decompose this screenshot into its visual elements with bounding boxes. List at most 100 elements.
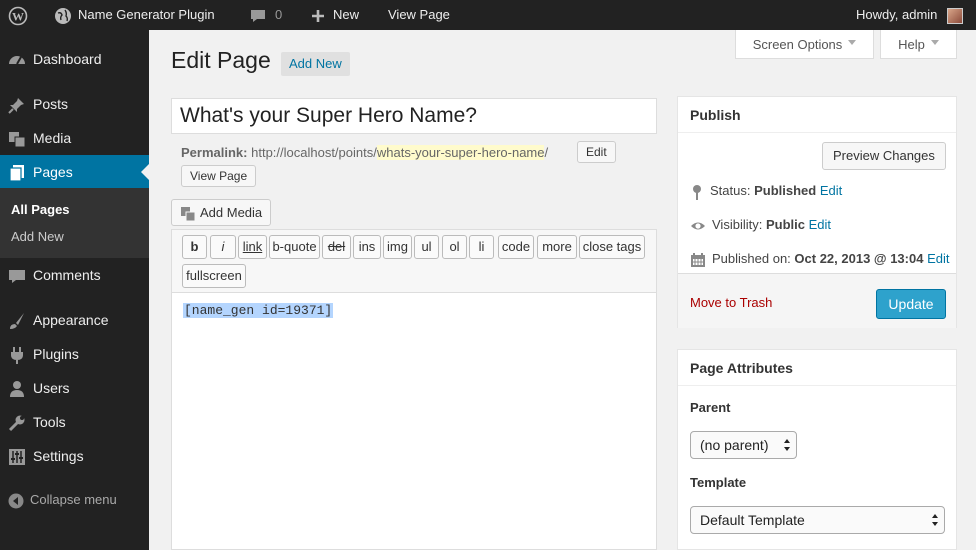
menu-item-dashboard[interactable]: Dashboard: [0, 42, 149, 76]
new-content-link[interactable]: New: [311, 0, 359, 30]
eye-icon: [691, 222, 705, 230]
comments-link[interactable]: 0: [249, 0, 282, 30]
menu-item-settings[interactable]: Settings: [0, 439, 149, 473]
menu-item-posts[interactable]: Posts: [0, 87, 149, 121]
site-name-link[interactable]: Name Generator Plugin: [54, 0, 215, 30]
pin-location-icon: [693, 184, 701, 200]
qt-blockquote-button[interactable]: b-quote: [269, 235, 320, 259]
qt-img-button[interactable]: img: [383, 235, 412, 259]
publish-actions: Move to Trash Update: [678, 273, 956, 328]
settings-icon: [9, 449, 25, 465]
permalink-slug[interactable]: whats-your-super-hero-name: [376, 145, 545, 160]
edit-permalink-button[interactable]: Edit: [577, 141, 616, 163]
comment-bubble-icon: [251, 9, 265, 22]
post-title-input[interactable]: [171, 98, 657, 134]
wordpress-logo-icon[interactable]: W: [8, 0, 28, 30]
qt-link-button[interactable]: link: [238, 235, 267, 259]
brush-icon: [10, 313, 24, 329]
published-on-row: Published on: Oct 22, 2013 @ 13:04 Edit: [690, 251, 949, 268]
comment-icon: [9, 270, 25, 283]
parent-select[interactable]: (no parent): [690, 431, 797, 459]
screen-options-label: Screen Options: [752, 37, 843, 52]
media-icon: [181, 206, 196, 222]
move-to-trash-link[interactable]: Move to Trash: [690, 295, 772, 310]
visibility-label: Visibility:: [712, 217, 763, 232]
permalink-trailing: /: [544, 145, 549, 160]
pages-submenu: All Pages Add New: [0, 188, 149, 258]
collapse-menu[interactable]: Collapse menu: [8, 492, 117, 509]
wrench-icon: [8, 415, 25, 432]
qt-code-button[interactable]: code: [498, 235, 534, 259]
editor-text[interactable]: [name_gen id=19371]: [183, 303, 334, 318]
template-select[interactable]: Default Template: [690, 506, 945, 534]
select-arrows-icon: [784, 439, 790, 451]
select-arrows-icon: [932, 514, 938, 526]
avatar: [947, 7, 964, 24]
pages-icon: [9, 165, 24, 182]
qt-ins-button[interactable]: ins: [353, 235, 381, 259]
status-row: Status: Published Edit: [690, 183, 842, 200]
menu-label: Plugins: [33, 346, 79, 362]
media-icon: [9, 132, 26, 148]
admin-menu: Dashboard Posts Media Pages All Pages Ad…: [0, 30, 149, 550]
user-icon: [10, 381, 24, 397]
edit-status-link[interactable]: Edit: [820, 183, 842, 198]
plus-icon: [312, 9, 324, 22]
published-label: Published on:: [712, 251, 791, 266]
menu-item-media[interactable]: Media: [0, 121, 149, 155]
pin-icon: [8, 98, 24, 114]
view-page-link[interactable]: View Page: [388, 0, 450, 30]
submenu-add-new[interactable]: Add New: [11, 229, 64, 244]
permalink: Permalink: http://localhost/points/whats…: [181, 145, 548, 160]
menu-label: Posts: [33, 96, 69, 112]
menu-label: Media: [33, 130, 72, 146]
parent-label: Parent: [690, 400, 731, 415]
preview-changes-button[interactable]: Preview Changes: [822, 142, 946, 170]
content-editor[interactable]: [name_gen id=19371]: [171, 293, 657, 550]
page-attributes-box: Page Attributes Parent (no parent) Templ…: [677, 349, 957, 550]
qt-del-button[interactable]: del: [322, 235, 351, 259]
status-value: Published: [754, 183, 817, 198]
comments-count: 0: [275, 7, 283, 22]
help-button[interactable]: Help: [880, 30, 957, 59]
add-new-button[interactable]: Add New: [281, 52, 350, 76]
chevron-down-icon: [930, 40, 939, 49]
new-label: New: [333, 7, 360, 22]
template-value: Default Template: [700, 512, 805, 528]
edit-visibility-link[interactable]: Edit: [809, 217, 831, 232]
publish-box: Publish Preview Changes Status: Publishe…: [677, 96, 957, 328]
screen-options-button[interactable]: Screen Options: [735, 30, 874, 59]
editor-toolbar: b i link b-quote del ins img ul ol li co…: [171, 229, 657, 293]
menu-item-tools[interactable]: Tools: [0, 405, 149, 439]
calendar-icon: [691, 252, 705, 267]
page-attributes-title: Page Attributes: [678, 350, 956, 386]
menu-item-comments[interactable]: Comments: [0, 258, 149, 292]
edit-date-link[interactable]: Edit: [927, 251, 949, 266]
add-media-button[interactable]: Add Media: [171, 199, 272, 226]
update-button[interactable]: Update: [876, 289, 946, 319]
view-page-button[interactable]: View Page: [181, 165, 257, 187]
globe-icon: [55, 7, 71, 24]
qt-ul-button[interactable]: ul: [414, 235, 439, 259]
qt-bold-button[interactable]: b: [182, 235, 207, 259]
publish-box-title: Publish: [678, 97, 956, 133]
menu-item-users[interactable]: Users: [0, 371, 149, 405]
howdy-account[interactable]: Howdy, admin: [856, 0, 964, 30]
qt-more-button[interactable]: more: [537, 235, 577, 259]
menu-item-appearance[interactable]: Appearance: [0, 303, 149, 337]
qt-italic-button[interactable]: i: [210, 235, 236, 259]
chevron-down-icon: [848, 40, 857, 49]
qt-fullscreen-button[interactable]: fullscreen: [182, 264, 246, 288]
qt-ol-button[interactable]: ol: [442, 235, 467, 259]
visibility-value: Public: [765, 217, 805, 232]
qt-li-button[interactable]: li: [469, 235, 494, 259]
permalink-label: Permalink:: [181, 145, 248, 160]
plug-icon: [11, 347, 23, 364]
admin-bar: W Name Generator Plugin 0 New View Page …: [0, 0, 976, 30]
qt-close-tags-button[interactable]: close tags: [579, 235, 645, 259]
menu-label: Tools: [33, 414, 66, 430]
submenu-all-pages[interactable]: All Pages: [11, 202, 70, 217]
menu-item-plugins[interactable]: Plugins: [0, 337, 149, 371]
add-media-label: Add Media: [200, 205, 263, 220]
menu-item-pages[interactable]: Pages: [0, 155, 149, 189]
